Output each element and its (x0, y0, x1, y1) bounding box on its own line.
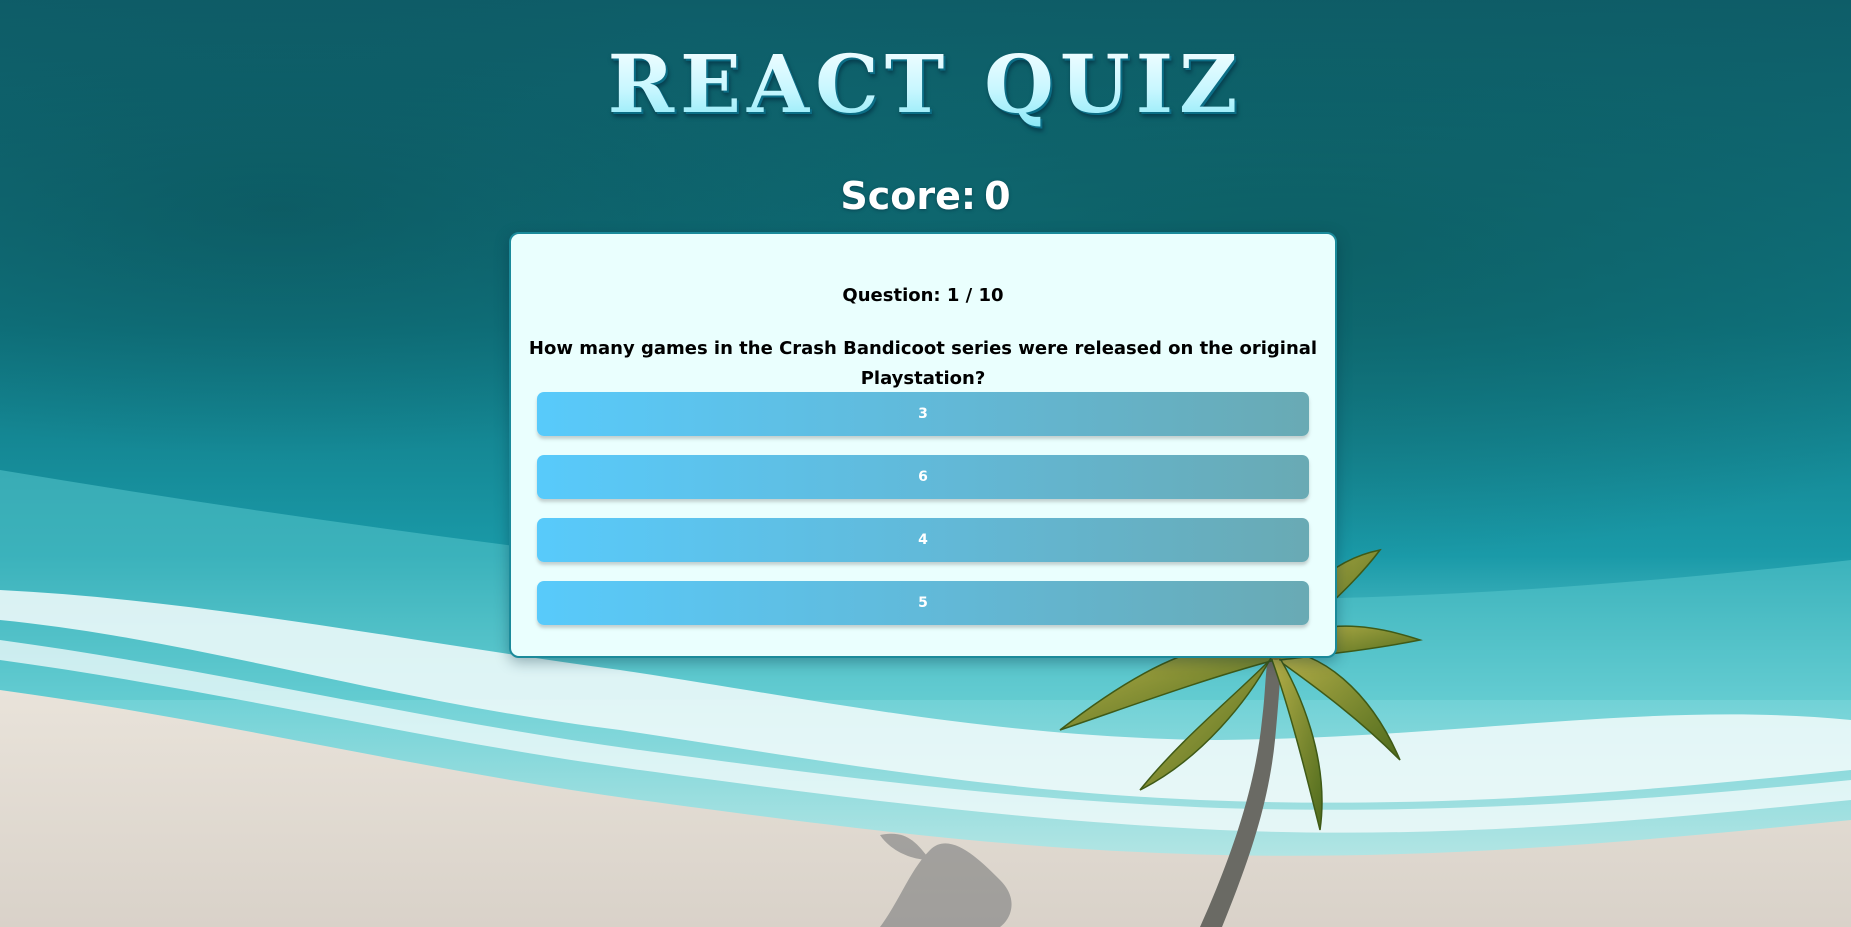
score-label: Score: (840, 174, 977, 218)
score-display: Score: 0 (0, 168, 1851, 224)
answer-button[interactable]: 6 (537, 455, 1309, 499)
score-value: 0 (984, 174, 1011, 218)
question-card: Question: 1 / 10 How many games in the C… (509, 232, 1337, 658)
answer-list: 3 6 4 5 (537, 392, 1309, 644)
app-title: REACT QUIZ (0, 34, 1851, 134)
answer-button[interactable]: 5 (537, 581, 1309, 625)
question-text: How many games in the Crash Bandicoot se… (528, 338, 1318, 389)
quiz-app: REACT QUIZ Score: 0 Question: 1 / 10 How … (0, 0, 1851, 927)
answer-button[interactable]: 4 (537, 518, 1309, 562)
answer-button[interactable]: 3 (537, 392, 1309, 436)
question-number: Question: 1 / 10 (842, 285, 1004, 306)
